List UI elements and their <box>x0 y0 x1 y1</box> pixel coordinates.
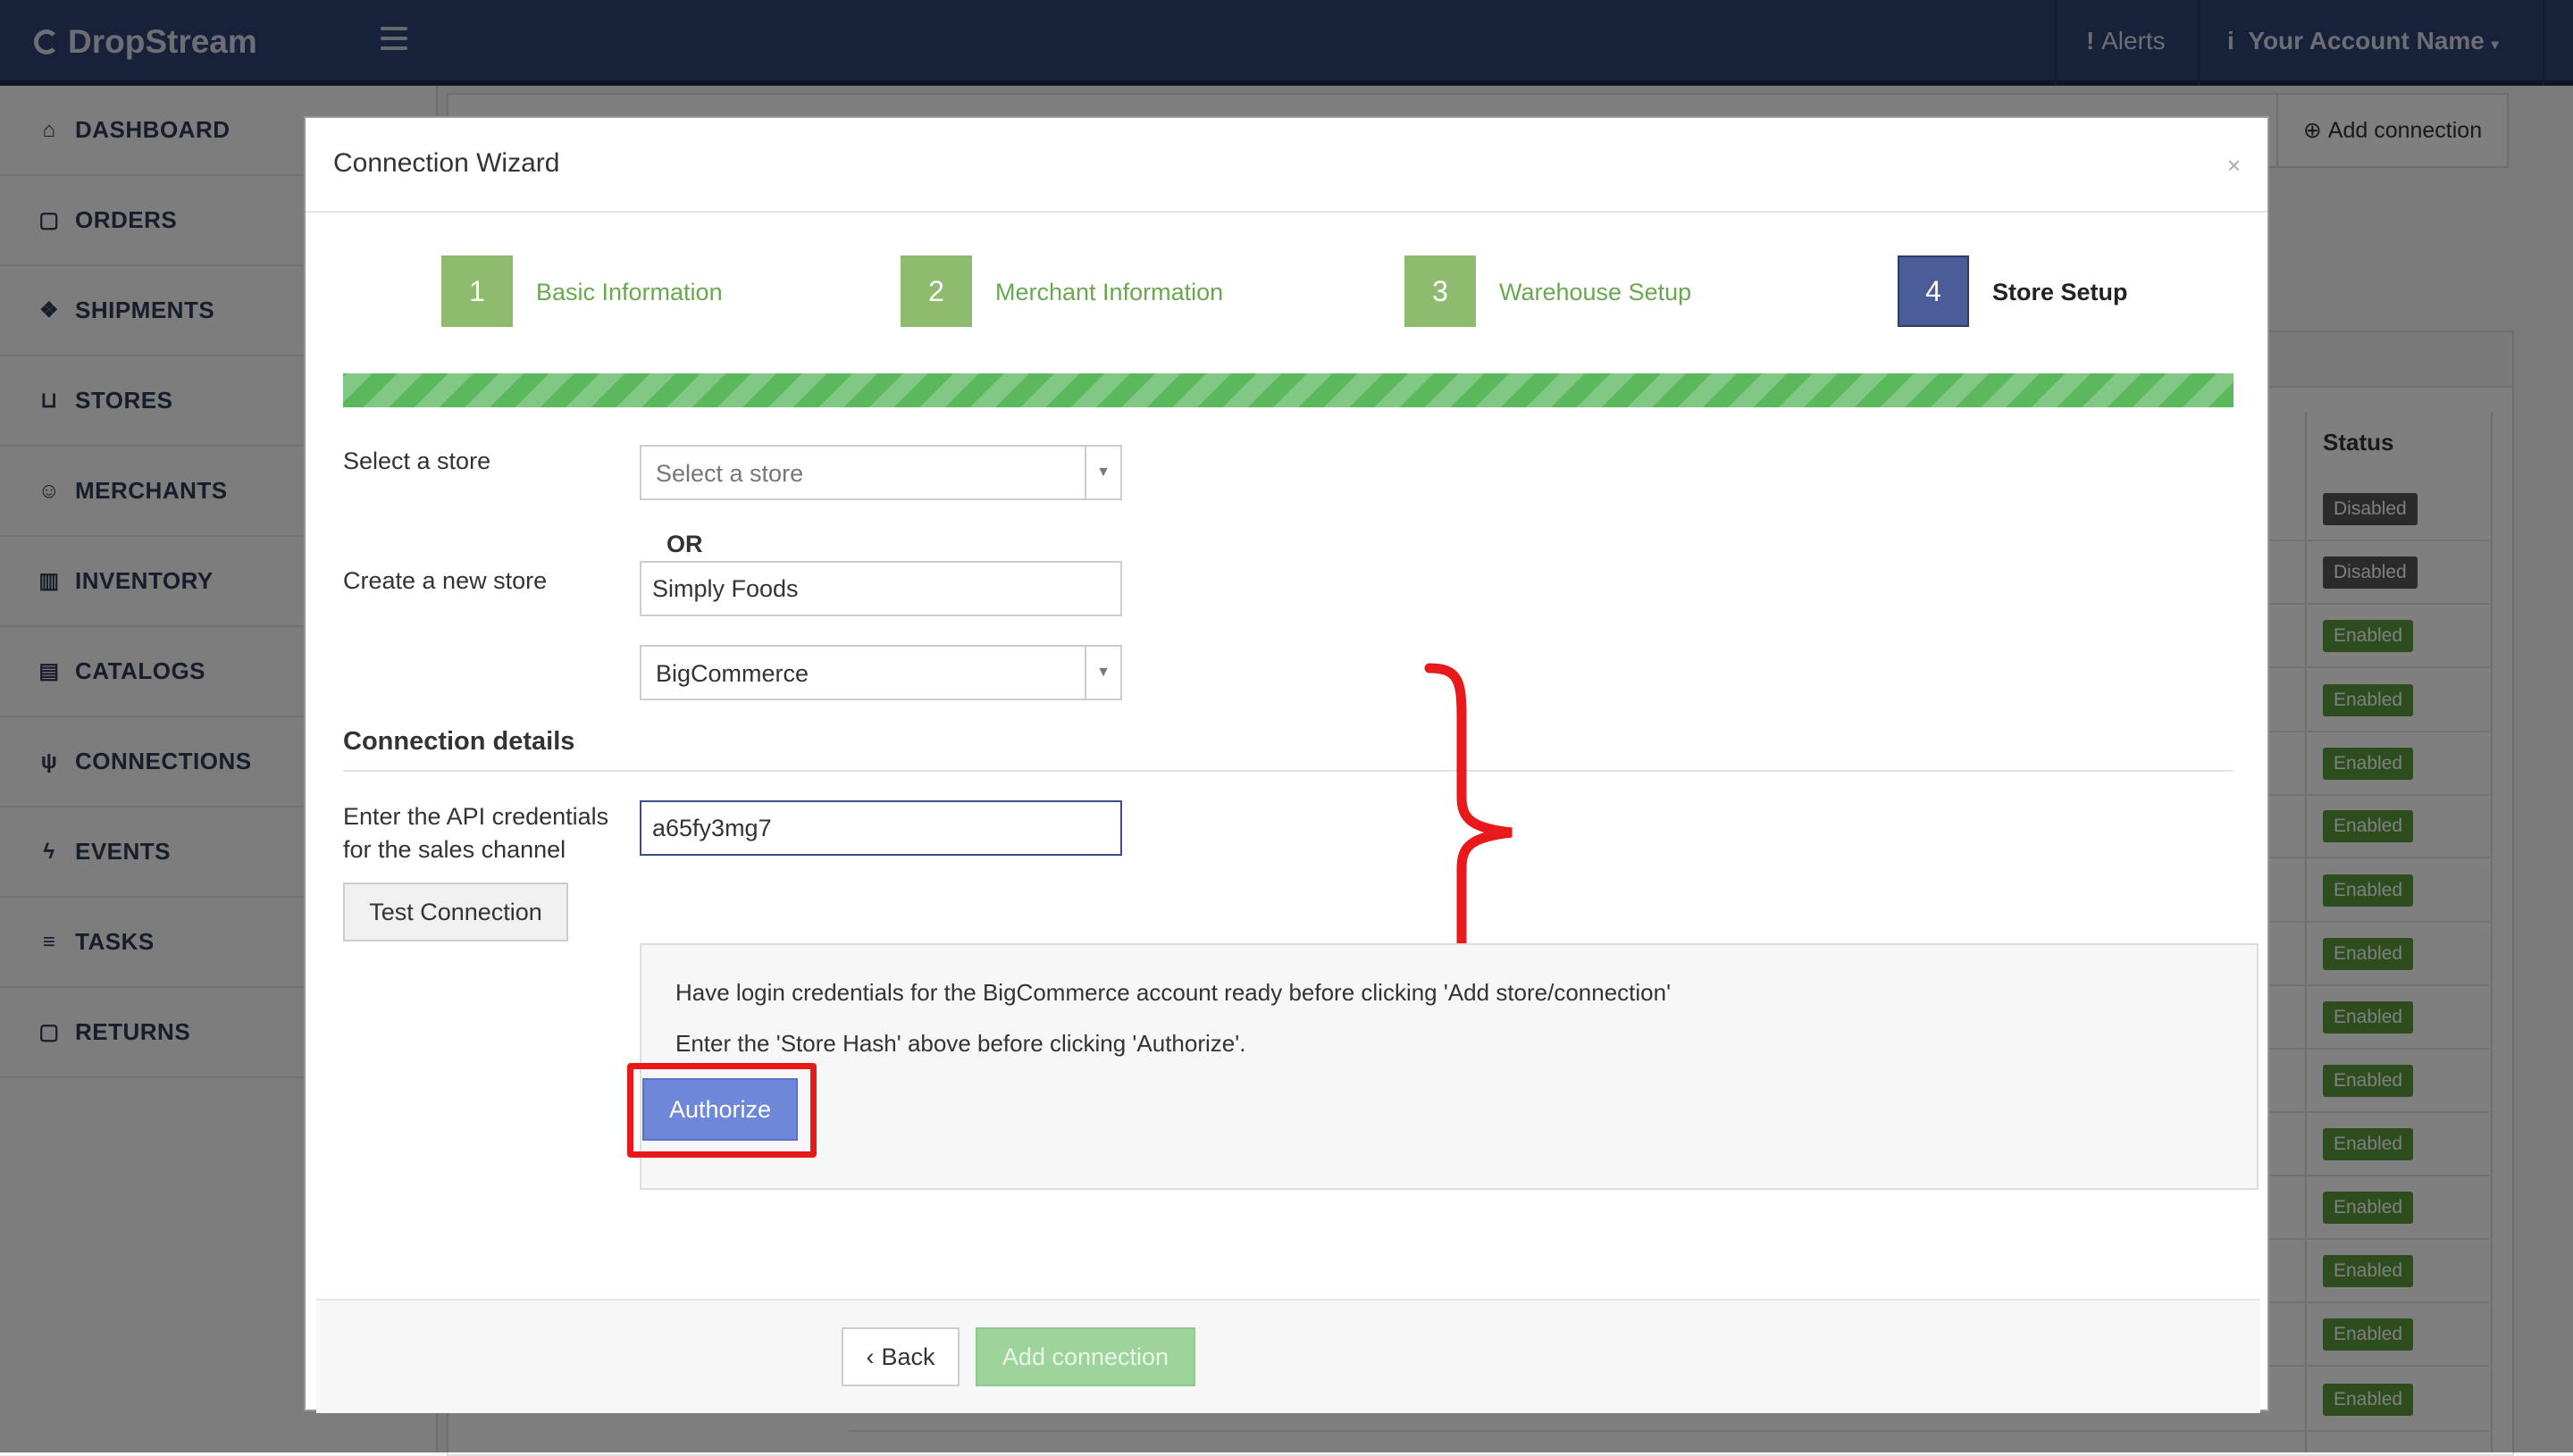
platform-value: BigCommerce <box>656 660 809 687</box>
step-3-number[interactable]: 3 <box>1404 255 1476 327</box>
or-separator: OR <box>666 531 703 557</box>
caret-down-icon: ▼ <box>1085 447 1120 498</box>
wizard-progress-bar <box>343 373 2234 407</box>
connection-details-heading: Connection details <box>343 727 575 756</box>
select-store-dropdown[interactable]: Select a store ▼ <box>640 445 1122 500</box>
connection-wizard-modal: Connection Wizard × 1 Basic Information … <box>304 116 2269 1413</box>
authorization-info-box: Have login credentials for the BigCommer… <box>640 943 2259 1190</box>
chevron-left-icon: ‹ <box>866 1343 875 1370</box>
api-credentials-input[interactable] <box>640 800 1122 856</box>
platform-dropdown[interactable]: BigCommerce ▼ <box>640 645 1122 700</box>
authorize-button[interactable]: Authorize <box>642 1078 798 1141</box>
info-line-credentials: Have login credentials for the BigCommer… <box>675 979 1672 1006</box>
modal-title: Connection Wizard <box>333 148 560 178</box>
select-store-placeholder: Select a store <box>656 460 804 487</box>
modal-header: Connection Wizard × <box>306 118 2267 213</box>
step-3-label[interactable]: Warehouse Setup <box>1499 279 1691 306</box>
back-label: Back <box>881 1343 935 1370</box>
step-2-number[interactable]: 2 <box>901 255 972 327</box>
step-4-number[interactable]: 4 <box>1898 255 1969 327</box>
step-1-label[interactable]: Basic Information <box>536 279 723 306</box>
info-line-store-hash: Enter the 'Store Hash' above before clic… <box>675 1030 1246 1057</box>
select-store-label: Select a store <box>343 448 491 474</box>
close-icon[interactable]: × <box>2227 152 2241 180</box>
modal-footer <box>316 1299 2260 1413</box>
step-2-label[interactable]: Merchant Information <box>995 279 1223 306</box>
api-label-line2: for the sales channel <box>343 836 566 863</box>
new-store-name-input[interactable] <box>640 561 1122 616</box>
section-divider <box>343 770 2234 772</box>
add-connection-submit-button[interactable]: Add connection <box>976 1327 1195 1386</box>
test-connection-button[interactable]: Test Connection <box>343 883 568 941</box>
step-4-label[interactable]: Store Setup <box>1992 279 2128 306</box>
api-credentials-label: Enter the API credentials for the sales … <box>343 800 608 866</box>
back-button[interactable]: ‹ Back <box>842 1327 960 1386</box>
step-1-number[interactable]: 1 <box>441 255 513 327</box>
api-label-line1: Enter the API credentials <box>343 803 609 830</box>
create-store-label: Create a new store <box>343 567 548 594</box>
caret-down-icon: ▼ <box>1085 647 1120 699</box>
